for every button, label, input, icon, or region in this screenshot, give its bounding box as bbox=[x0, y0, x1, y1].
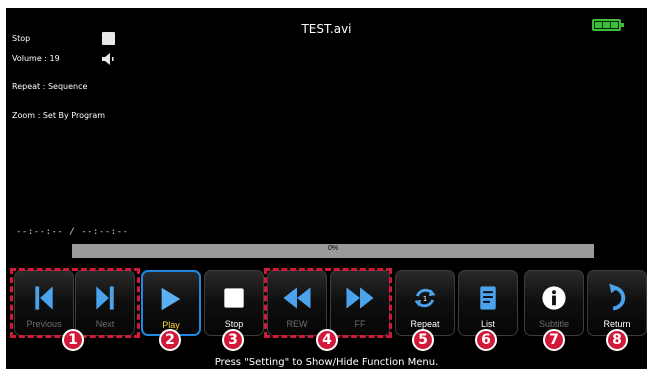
svg-text:1: 1 bbox=[423, 295, 427, 303]
return-icon bbox=[609, 283, 626, 311]
badge-7: 7 bbox=[543, 329, 565, 351]
play-icon bbox=[161, 287, 181, 311]
function-menu-hint: Press "Setting" to Show/Hide Function Me… bbox=[214, 357, 439, 368]
zoom-text: Zoom : Set By Program bbox=[12, 111, 106, 120]
badge-8: 8 bbox=[606, 329, 628, 351]
info-icon bbox=[542, 286, 566, 310]
repeat-label: Repeat bbox=[410, 319, 440, 329]
return-label: Return bbox=[603, 319, 631, 329]
seek-buttons-highlight bbox=[264, 268, 392, 338]
list-button[interactable]: List bbox=[458, 270, 518, 336]
badge-4: 4 bbox=[316, 329, 338, 351]
subtitle-button[interactable]: Subtitle bbox=[524, 270, 584, 336]
repeat-button[interactable]: 1 Repeat bbox=[395, 270, 455, 336]
skip-buttons-highlight bbox=[10, 268, 140, 338]
badge-5: 5 bbox=[412, 329, 434, 351]
battery-icon bbox=[592, 19, 624, 31]
stop-icon bbox=[224, 288, 244, 308]
repeat-icon: 1 bbox=[414, 288, 436, 308]
timecode: --:--:-- / --:--:-- bbox=[16, 227, 129, 237]
progress-label: 0% bbox=[327, 245, 339, 252]
volume-text: Volume : 19 bbox=[12, 54, 60, 63]
return-button[interactable]: Return bbox=[587, 270, 647, 336]
progress-bar[interactable]: 0% bbox=[72, 244, 594, 258]
list-icon bbox=[480, 286, 496, 310]
play-button[interactable]: Play bbox=[141, 270, 201, 336]
player-screen: TEST.avi Stop Volume : 19 Repeat : Seque… bbox=[6, 8, 647, 369]
badge-3: 3 bbox=[222, 329, 244, 351]
badge-2: 2 bbox=[159, 329, 181, 351]
status-text: Stop bbox=[12, 34, 31, 43]
subtitle-label: Subtitle bbox=[538, 319, 570, 329]
stop-status-icon bbox=[102, 32, 115, 45]
repeat-text: Repeat : Sequence bbox=[12, 82, 88, 91]
stop-label: Stop bbox=[224, 319, 244, 329]
speaker-icon bbox=[102, 53, 114, 65]
stop-button[interactable]: Stop bbox=[204, 270, 264, 336]
badge-1: 1 bbox=[62, 329, 84, 351]
list-label: List bbox=[480, 319, 495, 329]
badge-6: 6 bbox=[475, 329, 497, 351]
